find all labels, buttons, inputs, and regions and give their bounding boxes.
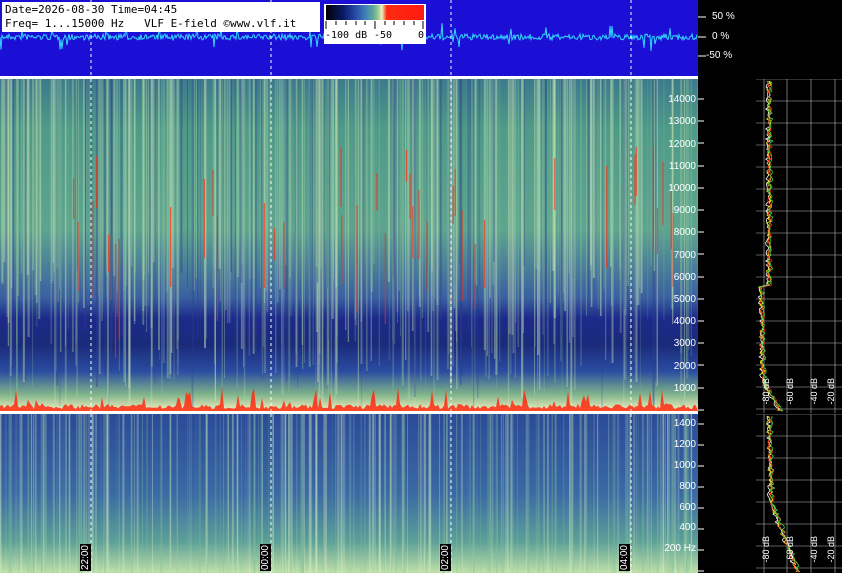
spectrogram-upper bbox=[0, 79, 698, 411]
lower-db-label-40: -40 dB bbox=[809, 536, 819, 563]
frequency-axis-ticks bbox=[698, 98, 704, 572]
date-time-line: Date=2026-08-30 Time=04:45 bbox=[5, 3, 178, 16]
frequency-line: Freq= 1...15000 Hz VLF E-field ©www.vlf.… bbox=[5, 17, 297, 30]
time-label-0400: 04:00 bbox=[619, 544, 630, 572]
recording-info-box: Date=2026-08-30 Time=04:45 Freq= 1...150… bbox=[2, 2, 320, 32]
freq-label-400: 400 bbox=[679, 522, 696, 533]
freq-label-800: 800 bbox=[679, 481, 696, 492]
time-label-0200: 02:00 bbox=[440, 544, 451, 572]
lower-db-label-60: -60 dB bbox=[785, 536, 795, 563]
freq-label-1400: 1400 bbox=[673, 418, 696, 429]
time-label-0000: 00:00 bbox=[260, 544, 271, 572]
freq-label-1000: 1000 bbox=[673, 460, 696, 471]
time-label-2200: 22:00 bbox=[80, 544, 91, 572]
upper-db-label-40: -40 dB bbox=[809, 378, 819, 405]
lower-db-label-80: -80 dB bbox=[761, 536, 771, 563]
vlf-spectrogram-window: Date=2026-08-30 Time=04:45 Freq= 1...150… bbox=[0, 0, 842, 573]
freq-label-600: 600 bbox=[679, 502, 696, 513]
spectrogram-lower bbox=[0, 414, 698, 573]
freq-label-200: 200 Hz bbox=[664, 543, 696, 554]
lower-db-label-20: -20 dB bbox=[826, 536, 836, 563]
upper-db-label-20: -20 dB bbox=[826, 378, 836, 405]
colorbar-label-min: -100 dB bbox=[325, 30, 368, 41]
colorbar-label-mid: -50 bbox=[374, 30, 393, 41]
colorbar-legend: -100 dB -50 0 bbox=[324, 4, 426, 44]
colorbar-label-max: 0 bbox=[418, 30, 425, 41]
freq-label-1200: 1200 bbox=[673, 439, 696, 450]
upper-db-label-80: -80 dB bbox=[761, 378, 771, 405]
upper-spectrum-profile bbox=[756, 79, 842, 413]
upper-db-label-60: -60 dB bbox=[785, 378, 795, 405]
